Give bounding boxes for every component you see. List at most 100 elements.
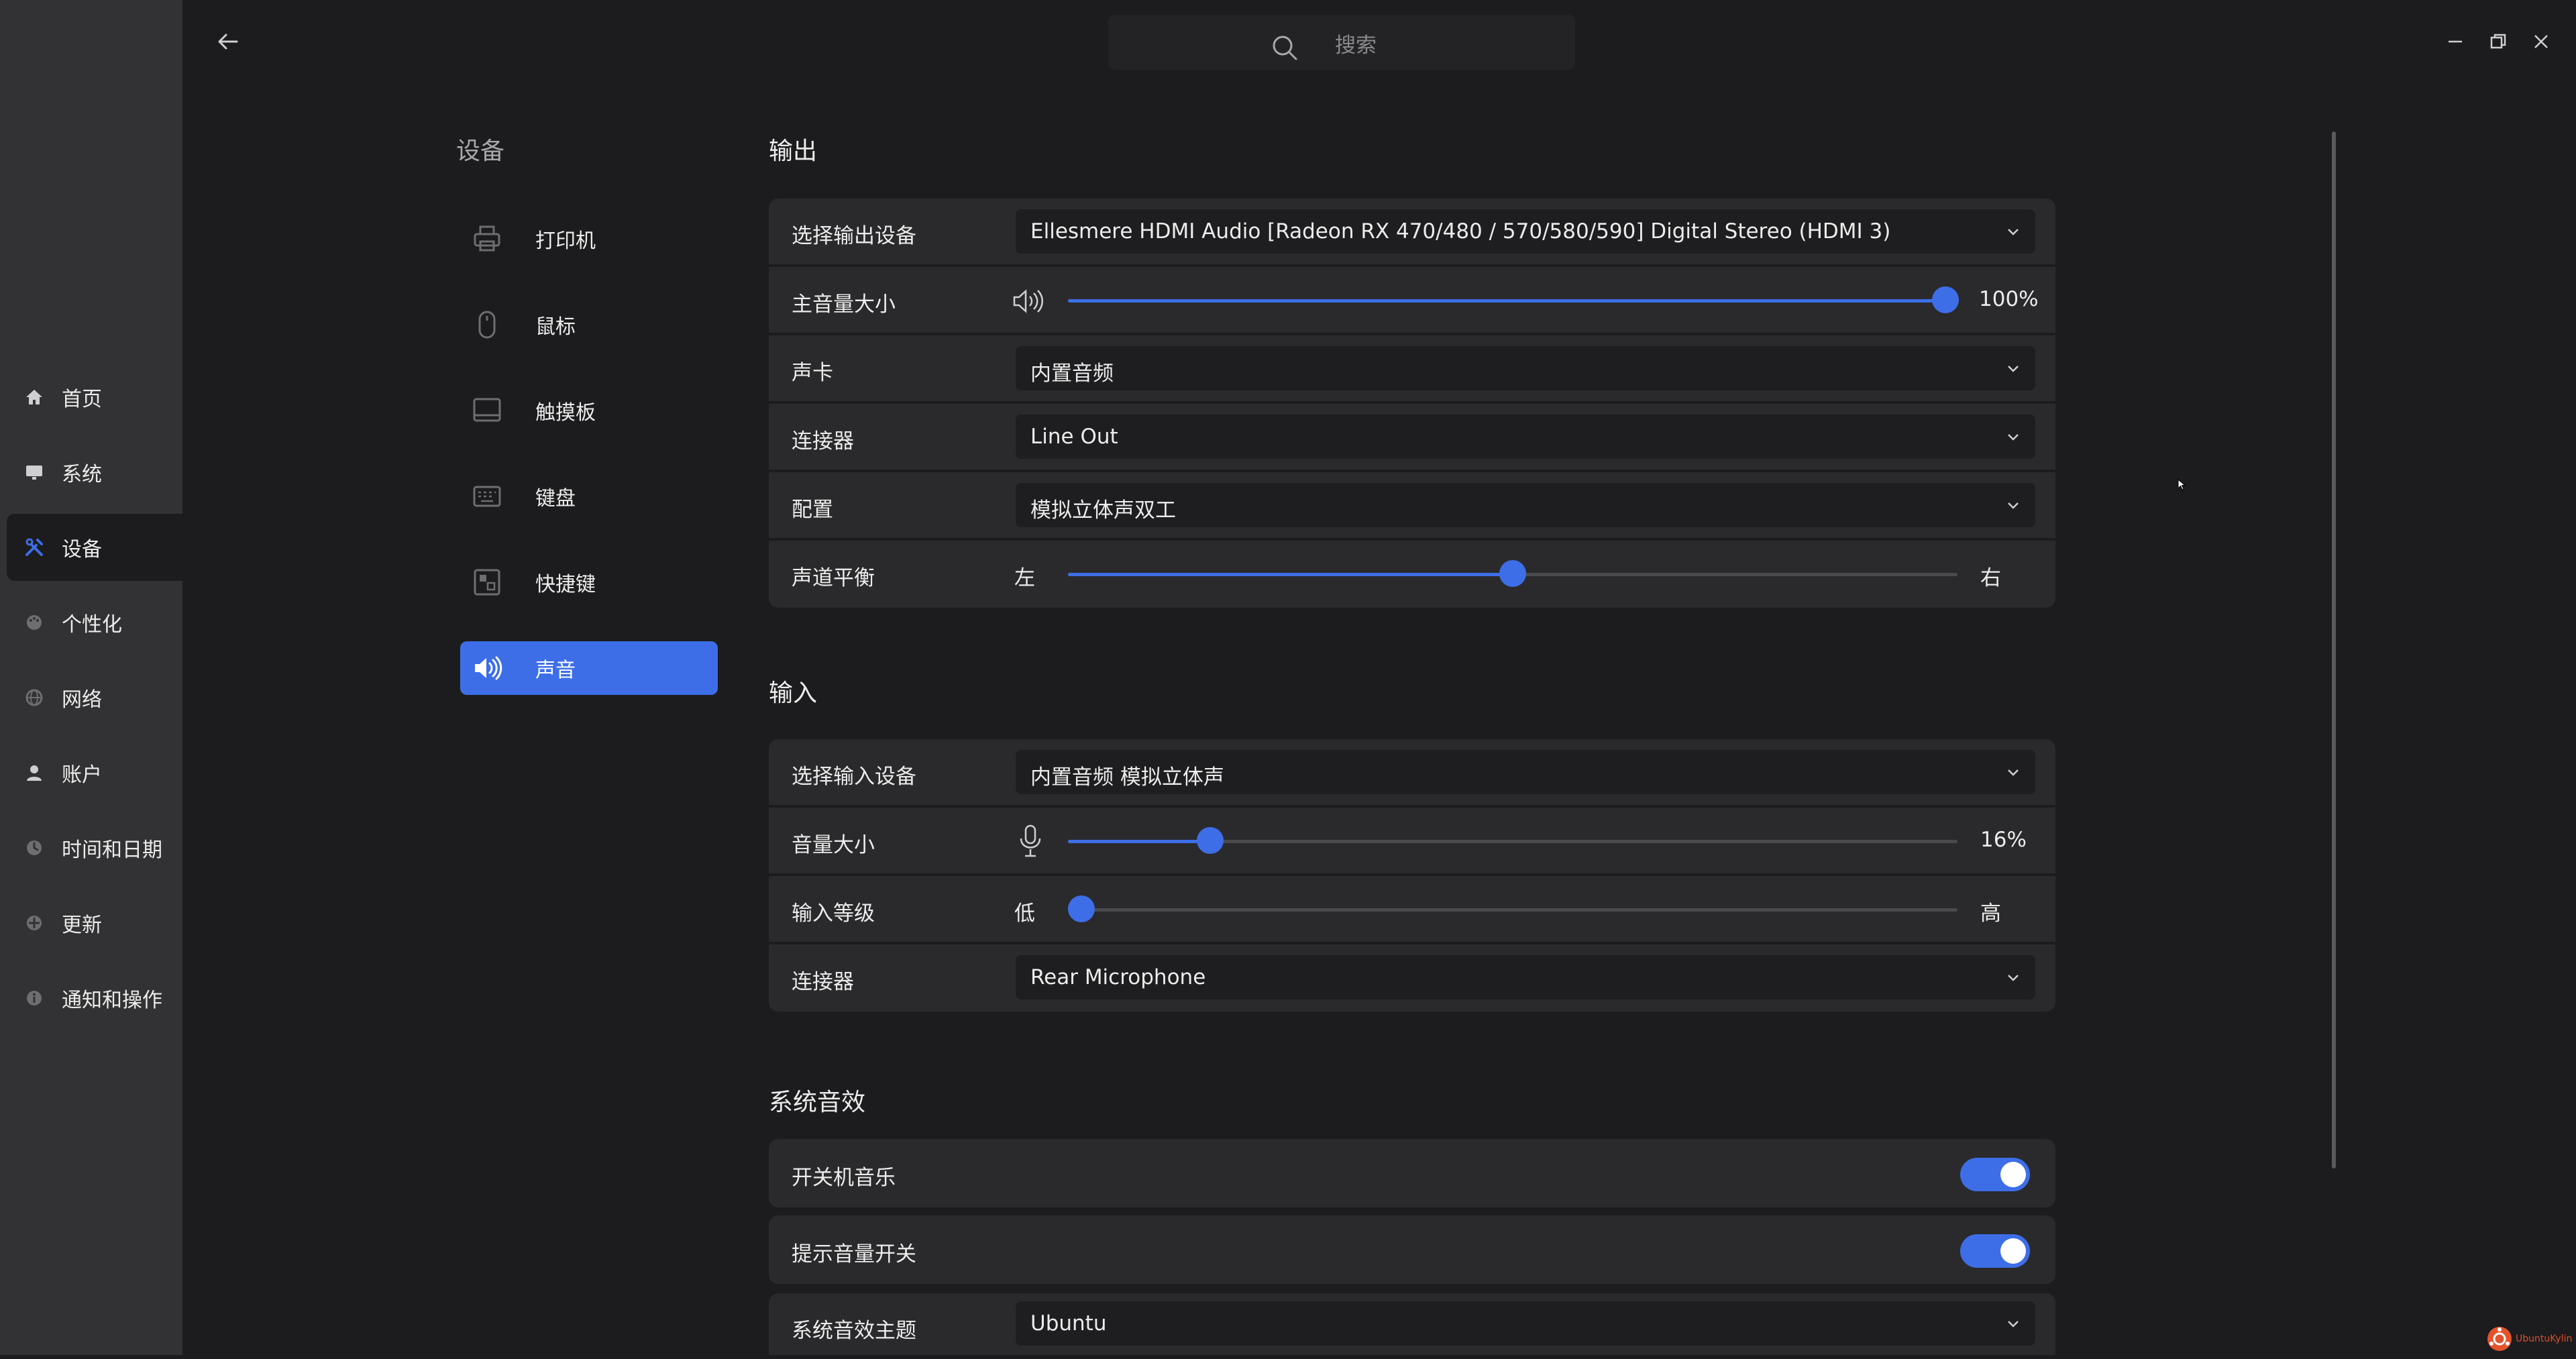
input-level-low-label: 低 xyxy=(1014,902,1035,926)
restore-button[interactable] xyxy=(2483,27,2513,56)
nav-item-personalize[interactable]: 个性化 xyxy=(7,589,182,656)
boot-music-card: 开关机音乐 xyxy=(769,1139,2055,1207)
output-device-label: 选择输出设备 xyxy=(792,224,916,248)
nav-item-devices[interactable]: 设备 xyxy=(7,514,182,581)
user-icon xyxy=(24,763,44,783)
touchpad-icon xyxy=(468,392,506,429)
update-icon xyxy=(24,913,44,933)
subnav-item-sound[interactable]: 声音 xyxy=(460,641,718,695)
sound-theme-combobox[interactable]: Ubuntu xyxy=(1016,1301,2035,1346)
nav-item-system[interactable]: 系统 xyxy=(7,439,182,506)
balance-row: 声道平衡 左 右 xyxy=(769,541,2055,606)
nav-item-label: 网络 xyxy=(62,688,102,712)
nav-item-label: 系统 xyxy=(62,463,102,486)
output-device-row: 选择输出设备 Ellesmere HDMI Audio [Radeon RX 4… xyxy=(769,199,2055,267)
nav-item-home[interactable]: 首页 xyxy=(7,364,182,431)
input-device-combobox[interactable]: 内置音频 模拟立体声 xyxy=(1016,750,2035,794)
nav-item-accounts[interactable]: 账户 xyxy=(7,739,182,806)
palette-icon xyxy=(24,612,44,633)
boot-music-row: 开关机音乐 xyxy=(769,1140,2055,1206)
mouse-cursor-icon xyxy=(2178,479,2186,490)
subnav-item-label: 快捷键 xyxy=(535,573,596,596)
input-connector-row: 连接器 Rear Microphone xyxy=(769,944,2055,1010)
sound-theme-label: 系统音效主题 xyxy=(792,1319,916,1343)
chevron-down-icon xyxy=(2008,366,2019,372)
sound-card-combobox[interactable]: 内置音频 xyxy=(1016,346,2035,390)
printer-icon xyxy=(468,220,506,258)
slider-handle[interactable] xyxy=(1499,560,1526,587)
output-device-value: Ellesmere HDMI Audio [Radeon RX 470/480 … xyxy=(1030,219,1891,243)
nav-item-label: 首页 xyxy=(62,388,102,411)
sound-card-row: 声卡 内置音频 xyxy=(769,335,2055,404)
output-card: 选择输出设备 Ellesmere HDMI Audio [Radeon RX 4… xyxy=(769,199,2055,608)
slider-handle[interactable] xyxy=(1197,827,1224,854)
chevron-down-icon xyxy=(2008,975,2019,981)
input-card: 选择输入设备 内置音频 模拟立体声 音量大小 16% 输入等级 低 高 连接器 … xyxy=(769,739,2055,1012)
chevron-down-icon xyxy=(2008,502,2019,509)
output-volume-label: 主音量大小 xyxy=(792,292,896,317)
subnav-item-shortcuts[interactable]: 快捷键 xyxy=(460,555,718,609)
slider-fill xyxy=(1068,840,1211,843)
subnav-item-label: 触摸板 xyxy=(535,401,596,425)
input-device-row: 选择输入设备 内置音频 模拟立体声 xyxy=(769,739,2055,808)
sound-card-label: 声卡 xyxy=(792,361,833,385)
boot-music-label: 开关机音乐 xyxy=(792,1166,896,1190)
slider-handle[interactable] xyxy=(1932,286,1959,313)
output-device-combobox[interactable]: Ellesmere HDMI Audio [Radeon RX 470/480 … xyxy=(1016,209,2035,254)
minimize-button[interactable] xyxy=(2440,27,2470,56)
nav-item-update[interactable]: 更新 xyxy=(7,889,182,957)
shortcut-icon xyxy=(468,563,506,601)
nav-item-label: 账户 xyxy=(62,763,102,787)
nav-item-label: 设备 xyxy=(62,538,102,561)
subnav-item-label: 打印机 xyxy=(535,229,596,253)
output-volume-value: 100% xyxy=(1979,287,2039,311)
keyboard-icon xyxy=(468,478,506,515)
toggle-knob xyxy=(2000,1162,2026,1187)
input-device-value: 内置音频 模拟立体声 xyxy=(1030,765,1224,790)
search-box[interactable]: 搜索 xyxy=(1108,15,1575,70)
nav-item-datetime[interactable]: 时间和日期 xyxy=(7,814,182,881)
input-section-title: 输入 xyxy=(769,680,818,707)
slider-fill xyxy=(1068,299,1945,303)
subnav-item-label: 鼠标 xyxy=(535,315,576,339)
home-icon xyxy=(24,387,44,407)
output-connector-value: Line Out xyxy=(1030,425,1118,449)
subnav-item-keyboard[interactable]: 键盘 xyxy=(460,470,718,523)
minimize-icon xyxy=(2449,40,2462,43)
back-button[interactable] xyxy=(213,27,243,56)
balance-slider[interactable] xyxy=(1068,560,1957,587)
output-volume-row: 主音量大小 100% xyxy=(769,267,2055,335)
balance-right-label: 右 xyxy=(1980,566,2001,590)
input-level-label: 输入等级 xyxy=(792,902,875,926)
boot-music-toggle[interactable] xyxy=(1960,1158,2030,1191)
close-button[interactable] xyxy=(2526,27,2556,56)
subnav-item-touchpad[interactable]: 触摸板 xyxy=(460,384,718,437)
system-sounds-section-title: 系统音效 xyxy=(769,1089,866,1116)
output-profile-combobox[interactable]: 模拟立体声双工 xyxy=(1016,483,2035,527)
monitor-icon xyxy=(24,462,44,482)
output-profile-label: 配置 xyxy=(792,498,833,522)
ubuntukylin-logo: UbuntuKylin xyxy=(2486,1325,2572,1352)
output-connector-row: 连接器 Line Out xyxy=(769,404,2055,472)
mouse-icon xyxy=(468,306,506,343)
nav-item-label: 时间和日期 xyxy=(62,838,162,862)
output-volume-slider[interactable] xyxy=(1068,286,1959,313)
input-connector-combobox[interactable]: Rear Microphone xyxy=(1016,955,2035,999)
output-connector-combobox[interactable]: Line Out xyxy=(1016,415,2035,459)
back-arrow-icon xyxy=(218,34,238,50)
microphone-icon xyxy=(1020,824,1041,857)
subnav-item-printer[interactable]: 打印机 xyxy=(460,212,718,266)
close-icon xyxy=(2534,35,2548,48)
output-profile-row: 配置 模拟立体声双工 xyxy=(769,472,2055,541)
nav-item-notifications[interactable]: 通知和操作 xyxy=(7,965,182,1032)
alert-sound-toggle[interactable] xyxy=(1960,1234,2030,1268)
clock-icon xyxy=(24,838,44,858)
tools-icon xyxy=(24,537,44,557)
input-volume-slider[interactable] xyxy=(1068,827,1957,854)
chevron-down-icon xyxy=(2008,229,2019,235)
subnav-item-mouse[interactable]: 鼠标 xyxy=(460,298,718,351)
toggle-knob xyxy=(2000,1238,2026,1264)
vertical-scrollbar[interactable] xyxy=(2332,131,2336,1168)
restore-icon xyxy=(2490,34,2506,49)
nav-item-network[interactable]: 网络 xyxy=(7,664,182,731)
